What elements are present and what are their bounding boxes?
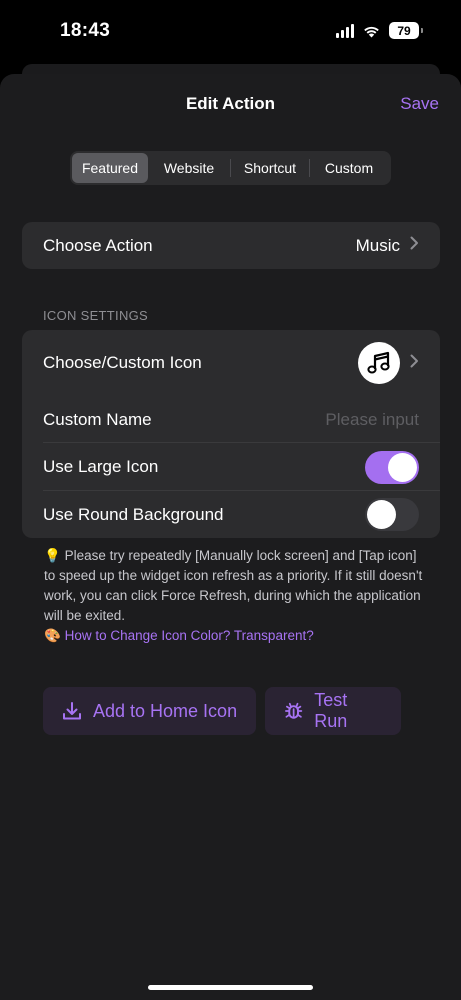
add-to-home-label: Add to Home Icon bbox=[93, 700, 238, 721]
choose-action-value: Music bbox=[355, 235, 400, 255]
choose-action-card: Choose Action Music bbox=[22, 222, 440, 269]
add-to-home-button[interactable]: Add to Home Icon bbox=[43, 687, 256, 735]
download-icon bbox=[63, 702, 81, 720]
icon-color-help-link[interactable]: How to Change Icon Color? Transparent? bbox=[65, 628, 314, 643]
lightbulb-icon: 💡 bbox=[44, 548, 61, 563]
save-button[interactable]: Save bbox=[400, 94, 439, 114]
bug-icon bbox=[285, 702, 303, 719]
toggle-knob bbox=[388, 452, 417, 482]
custom-name-input[interactable]: Please input bbox=[325, 410, 419, 430]
tip-text: Please try repeatedly [Manually lock scr… bbox=[44, 548, 423, 623]
segment-custom[interactable]: Custom bbox=[310, 153, 388, 183]
status-bar: 18:43 79 bbox=[0, 0, 461, 62]
choose-icon-row[interactable]: Choose/Custom Icon bbox=[22, 330, 440, 396]
segment-website[interactable]: Website bbox=[148, 153, 230, 183]
choose-icon-label: Choose/Custom Icon bbox=[43, 353, 202, 372]
segment-shortcut[interactable]: Shortcut bbox=[231, 153, 309, 183]
home-indicator bbox=[148, 985, 313, 990]
status-icons: 79 bbox=[336, 22, 423, 39]
music-note-icon bbox=[358, 342, 400, 384]
choose-action-label: Choose Action bbox=[43, 235, 153, 255]
round-background-row: Use Round Background bbox=[22, 491, 440, 538]
chevron-right-icon bbox=[410, 354, 419, 373]
round-background-label: Use Round Background bbox=[43, 504, 224, 524]
icon-settings-card: Choose/Custom Icon Custom Name Please in… bbox=[22, 330, 440, 538]
large-icon-toggle[interactable] bbox=[365, 450, 419, 484]
segment-featured[interactable]: Featured bbox=[72, 153, 148, 183]
page-title: Edit Action bbox=[185, 94, 276, 113]
action-type-segmented-control: Featured Website Shortcut Custom bbox=[70, 151, 391, 185]
large-icon-label: Use Large Icon bbox=[43, 457, 159, 476]
round-background-toggle[interactable] bbox=[365, 498, 419, 531]
icon-settings-header: ICON SETTINGS bbox=[43, 308, 149, 323]
palette-icon: 🎨 bbox=[44, 628, 61, 643]
cellular-signal-icon bbox=[336, 23, 354, 38]
refresh-tip: 💡 Please try repeatedly [Manually lock s… bbox=[44, 546, 424, 646]
status-time: 18:43 bbox=[60, 20, 111, 41]
wifi-icon bbox=[364, 26, 379, 37]
custom-name-row: Custom Name Please input bbox=[22, 396, 440, 443]
large-icon-row: Use Large Icon bbox=[22, 443, 440, 491]
custom-name-label: Custom Name bbox=[43, 409, 152, 429]
chevron-right-icon bbox=[410, 236, 419, 255]
toggle-knob bbox=[367, 500, 396, 529]
choose-action-row[interactable]: Choose Action Music bbox=[22, 222, 440, 269]
test-run-button[interactable]: Test Run bbox=[265, 687, 401, 735]
battery-icon: 79 bbox=[389, 22, 423, 39]
test-run-label: Test Run bbox=[314, 690, 348, 731]
